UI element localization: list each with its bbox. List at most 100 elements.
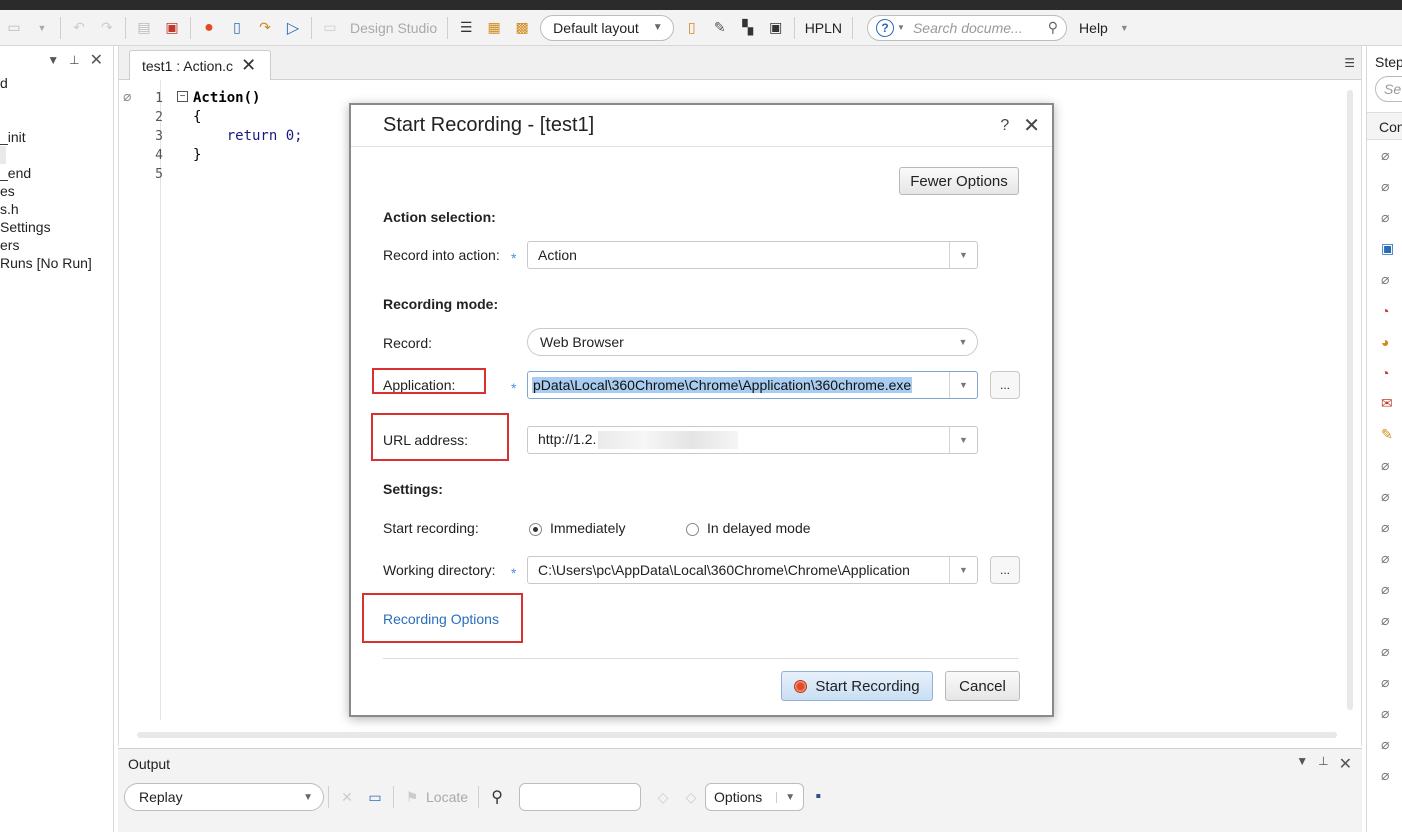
working-directory-combo[interactable]: C:\Users\pc\AppData\Local\360Chrome\Chro… [527,556,978,584]
step-link-icon[interactable]: ⌀ [1367,264,1402,295]
tree-item[interactable]: _end [0,164,92,182]
runtime-settings-icon[interactable]: ▣ [161,17,183,39]
save-icon[interactable]: ▪ [807,786,829,808]
list-icon[interactable]: ☰ [455,17,477,39]
window-icon[interactable]: ▣ [765,17,787,39]
horizontal-scrollbar[interactable] [137,732,1337,738]
working-directory-browse-button[interactable]: ... [990,556,1020,584]
step-timer-icon[interactable]: ◔ [1367,295,1402,326]
vertical-scrollbar[interactable] [1347,90,1353,710]
tree-item[interactable]: es [0,182,92,200]
wrap-icon[interactable]: ▭ [364,786,386,808]
close-tab-icon[interactable]: ✕ [241,55,256,76]
panel-menu-icon[interactable]: ▼ [47,53,59,67]
next-icon[interactable]: ◇ [680,786,702,808]
record-icon[interactable]: ● [198,17,220,39]
application-browse-button[interactable]: ... [990,371,1020,399]
step-link-icon[interactable]: ⌀ [1367,760,1402,791]
step-link-icon[interactable]: ⌀ [1367,543,1402,574]
tree-item[interactable]: s.h [0,200,92,218]
tree-item[interactable] [0,110,92,128]
search-icon[interactable]: ⚲ [486,786,508,808]
redo-icon[interactable]: ↷ [96,17,118,39]
search-docs-input[interactable]: Search docume... [913,20,1048,36]
step-icon[interactable]: ↷ [254,17,276,39]
help-button[interactable]: ? [1000,117,1009,135]
pin-icon[interactable]: ⊥ [1318,754,1328,774]
tab-list-menu-icon[interactable]: ☰ [1344,56,1355,70]
step-image-icon[interactable]: ▣ [1367,233,1402,264]
tree-item[interactable] [0,92,92,110]
step-link-icon[interactable]: ⌀ [1367,202,1402,233]
code-line[interactable]: { [193,109,201,125]
clear-icon[interactable]: ✕ [336,786,358,808]
design-studio-button[interactable]: Design Studio [350,20,437,36]
chevron-down-icon[interactable]: ▼ [949,242,977,268]
chevron-down-icon[interactable]: ▼ [949,329,977,355]
step-link-icon[interactable]: ⌀ [1367,574,1402,605]
radio-selected-icon[interactable] [529,522,542,536]
code-line[interactable]: Action() [193,90,260,106]
step-link-icon[interactable]: ⌀ [1367,636,1402,667]
application-combo[interactable]: pData\Local\360Chrome\Chrome\Application… [527,371,978,399]
brush-icon[interactable]: ✎ [709,17,731,39]
chevron-down-icon[interactable]: ▼ [949,372,977,398]
code-line[interactable]: return 0; [193,128,303,144]
help-dropdown-arrow-icon[interactable]: ▼ [1120,23,1129,33]
play-icon[interactable]: ▷ [282,17,304,39]
hpln-button[interactable]: HPLN [805,20,842,36]
url-address-value[interactable]: http://1.2. [538,431,596,447]
close-icon[interactable]: ✕ [90,50,103,70]
tree-item[interactable]: Runs [No Run] [0,254,92,272]
close-dialog-icon[interactable]: ✕ [1023,113,1040,138]
step-link-icon[interactable]: ⌀ [1367,667,1402,698]
search-icon[interactable]: ⚲ [1048,19,1058,36]
step-link-icon[interactable]: ⌀ [1367,729,1402,760]
application-value[interactable]: pData\Local\360Chrome\Chrome\Application… [532,377,913,393]
code-line[interactable]: } [193,147,201,163]
panel-menu-icon[interactable]: ▼ [1296,754,1308,774]
step-mail-icon[interactable]: ✉ [1367,388,1402,419]
url-address-combo[interactable]: http://1.2. ▼ [527,426,978,454]
radio-delayed-mode[interactable]: In delayed mode [686,520,811,536]
step-transaction-icon[interactable]: ◕ [1367,326,1402,357]
step-link-icon[interactable]: ⌀ [1367,171,1402,202]
fold-toggle-icon[interactable]: − [177,91,188,102]
step-link-icon[interactable]: ⌀ [1367,698,1402,729]
help-menu[interactable]: Help [1079,20,1108,36]
steps-search-input[interactable]: Se [1375,76,1402,102]
cancel-button[interactable]: Cancel [945,671,1020,701]
bookmark-icon[interactable]: ▯ [681,17,703,39]
tree-item[interactable]: ers [0,236,92,254]
locate-button[interactable]: Locate [426,789,468,805]
radio-immediately[interactable]: Immediately [529,520,625,536]
tree-view-icon[interactable]: ▩ [511,17,533,39]
layout-combo[interactable]: Default layout ▼ [540,14,674,41]
undo-icon[interactable]: ↶ [68,17,90,39]
output-search-input[interactable] [519,783,642,811]
fewer-options-button[interactable]: Fewer Options [899,167,1019,195]
locate-icon[interactable]: ⚑ [401,786,423,808]
pin-icon[interactable]: ⊥ [69,53,79,67]
tree-item[interactable] [0,146,6,164]
grid-icon[interactable]: ▚ [737,17,759,39]
record-type-combo[interactable]: Web Browser ▼ [527,328,978,356]
design-studio-icon[interactable]: ▭ [319,17,341,39]
tree-item[interactable]: _init [0,128,92,146]
step-timer-icon[interactable]: ◔ [1367,357,1402,388]
dropdown-arrow-icon[interactable]: ▼ [31,17,53,39]
output-source-combo[interactable]: Replay ▼ [124,783,324,811]
category-header[interactable]: Con [1367,112,1402,140]
start-recording-button[interactable]: Start Recording [781,671,933,701]
step-link-icon[interactable]: ⌀ [1367,450,1402,481]
output-options-button[interactable]: Options ▼ [705,783,805,811]
close-icon[interactable]: ✕ [1339,754,1352,774]
step-link-icon[interactable]: ⌀ [1367,512,1402,543]
chevron-down-icon[interactable]: ▼ [949,557,977,583]
radio-unselected-icon[interactable] [686,522,699,536]
search-docs-combo[interactable]: ? ▼ Search docume... ⚲ [867,14,1068,41]
compile-icon[interactable]: ▯ [226,17,248,39]
chevron-down-icon[interactable]: ▼ [949,427,977,453]
tree-item[interactable]: d [0,74,92,92]
step-link-icon[interactable]: ⌀ [1367,605,1402,636]
